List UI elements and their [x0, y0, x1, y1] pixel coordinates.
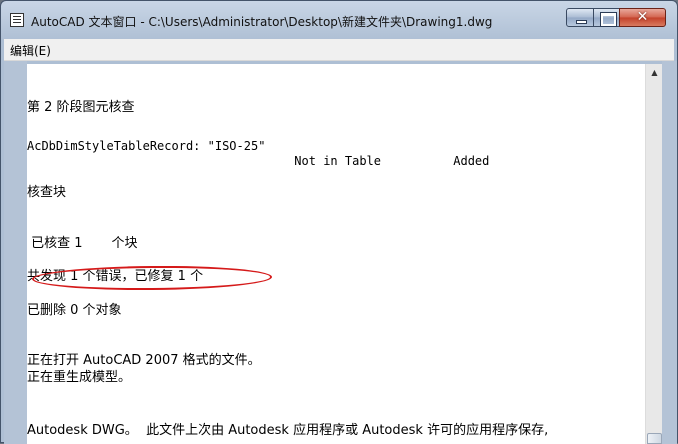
menu-item-edit[interactable]: 编辑(E): [10, 42, 51, 59]
scroll-up-arrow-icon[interactable]: ▲: [646, 64, 663, 81]
history-line: 正在打开 AutoCAD 2007 格式的文件。: [27, 353, 261, 368]
history-line: Autodesk DWG。 此文件上次由 Autodesk 应用程序或 Auto…: [27, 423, 549, 438]
history-line: Not in Table Added: [27, 154, 490, 168]
left-frame: [4, 61, 27, 444]
text-window: AutoCAD 文本窗口 - C:\Users\Administrator\De…: [0, 0, 678, 444]
history-line: 正在重生成模型。: [27, 370, 132, 385]
history-line: AcDbDimStyleTableRecord: "ISO-25": [27, 139, 266, 153]
close-button[interactable]: ✕: [619, 8, 666, 27]
history-line: 已核查 1 个块: [27, 236, 138, 251]
menu-bar: 编辑(E): [4, 39, 674, 61]
history-line: 第 2 阶段图元核查: [27, 100, 135, 115]
app-window-icon[interactable]: [10, 13, 24, 27]
maximize-icon: [601, 13, 616, 26]
right-frame: [662, 61, 677, 444]
text-history-area[interactable]: 第 2 阶段图元核查 AcDbDimStyleTableRecord: "ISO…: [27, 64, 645, 444]
close-icon: ✕: [636, 9, 649, 25]
vertical-scrollbar[interactable]: ▲: [645, 64, 663, 444]
window-title: AutoCAD 文本窗口 - C:\Users\Administrator\De…: [31, 15, 493, 29]
minimize-icon: [576, 20, 587, 24]
minimize-button[interactable]: [566, 8, 594, 27]
history-line: 已删除 0 个对象: [27, 303, 122, 318]
history-line: 核查块: [27, 185, 67, 200]
maximize-button[interactable]: [593, 8, 620, 27]
title-bar[interactable]: AutoCAD 文本窗口 - C:\Users\Administrator\De…: [1, 1, 677, 39]
scroll-thumb[interactable]: [647, 433, 662, 444]
